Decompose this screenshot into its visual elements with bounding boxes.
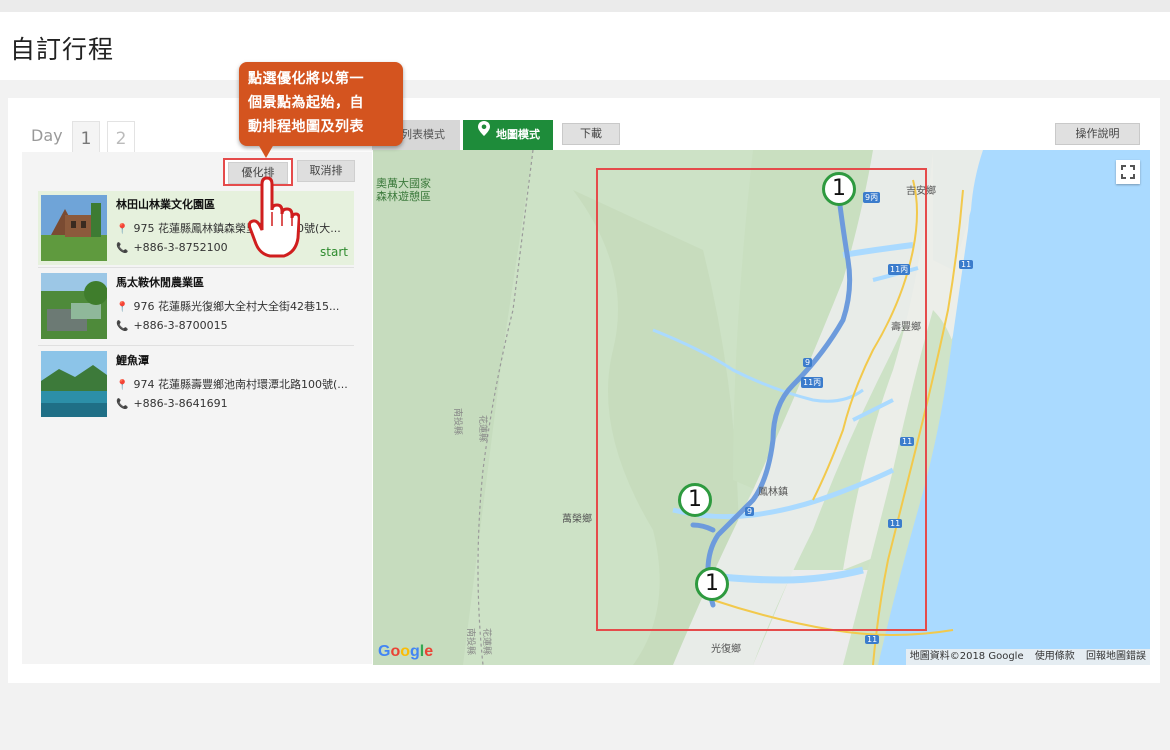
item-divider (38, 345, 354, 346)
place-label: 鳳林鎮 (758, 487, 788, 498)
terms-link[interactable]: 使用條款 (1035, 651, 1075, 662)
tip-callout: 點選優化將以第一 個景點為起始，自 動排程地圖及列表 (239, 62, 403, 146)
phone-icon: 📞 (116, 243, 129, 254)
pointer-hand-icon (247, 176, 301, 260)
callout-line: 點選優化將以第一 (248, 71, 364, 87)
attraction-name: 馬太鞍休閒農業區 (116, 276, 204, 289)
road-shield: 9 (745, 507, 755, 516)
road-shield: 11 (865, 635, 880, 644)
google-logo: Google (378, 643, 434, 660)
place-label: 吉安鄉 (906, 186, 936, 197)
day-label: Day (31, 126, 63, 145)
place-label: 光復鄉 (711, 644, 741, 655)
attraction-address-row: 📍 976 花蓮縣光復鄉大全村大全街42巷15... (116, 298, 352, 314)
map-marker[interactable]: 1 (822, 172, 856, 206)
top-strip (0, 0, 1170, 12)
attraction-address: 974 花蓮縣壽豐鄉池南村環潭北路100號(... (133, 378, 348, 391)
report-error-link[interactable]: 回報地圖錯誤 (1086, 651, 1146, 662)
attraction-address: 976 花蓮縣光復鄉大全村大全街42巷15... (133, 300, 340, 313)
attraction-phone-row: 📞 +886-3-8700015 (116, 319, 228, 332)
attraction-phone-row: 📞 +886-3-8752100 (116, 241, 228, 254)
attraction-name: 林田山林業文化園區 (116, 198, 215, 211)
boundary-label: 南投縣 (465, 627, 476, 656)
map-marker[interactable]: 1 (695, 567, 729, 601)
marker-number: 1 (832, 176, 846, 201)
phone-icon: 📞 (116, 399, 129, 410)
place-label: 萬榮鄉 (562, 514, 592, 525)
attraction-phone-row: 📞 +886-3-8641691 (116, 397, 228, 410)
tab-list-mode-label: 列表模式 (401, 128, 445, 141)
road-shield: 11丙 (801, 377, 824, 388)
attraction-photo (41, 195, 107, 261)
callout-line: 個景點為起始，自 (248, 95, 364, 111)
list-item[interactable]: 林田山林業文化園區 📍 975 花蓮縣鳳林鎮森榮里林森路20號(大... 📞 +88… (38, 191, 354, 265)
route-highlight-box (596, 168, 927, 631)
callout-line: 動排程地圖及列表 (248, 119, 364, 135)
map-footer: 地圖資料©2018 Google 使用條款 回報地圖錯誤 (905, 649, 1150, 665)
place-label: 森林遊憩區 (376, 190, 431, 203)
attraction-phone: +886-3-8700015 (133, 319, 228, 332)
attraction-name: 鯉魚潭 (116, 354, 149, 367)
attraction-phone: +886-3-8641691 (133, 397, 228, 410)
attraction-address-row: 📍 975 花蓮縣鳳林鎮森榮里林森路20號(大... (116, 220, 352, 236)
help-button[interactable]: 操作說明 (1055, 123, 1140, 145)
road-shield: 11 (888, 519, 903, 528)
attraction-address: 975 花蓮縣鳳林鎮森榮里林森路20號(大... (133, 222, 341, 235)
fullscreen-icon (1121, 165, 1135, 179)
attraction-phone: +886-3-8752100 (133, 241, 228, 254)
boundary-label: 花蓮縣 (477, 414, 488, 443)
boundary-label: 花蓮縣 (481, 627, 492, 656)
road-shield: 11 (959, 260, 974, 269)
attraction-address-row: 📍 974 花蓮縣壽豐鄉池南村環潭北路100號(... (116, 376, 352, 392)
list-item[interactable]: 鯉魚潭 📍 974 花蓮縣壽豐鄉池南村環潭北路100號(... 📞 +886-3-8… (38, 347, 354, 421)
boundary-label: 南投縣 (452, 407, 463, 436)
cancel-optimize-button[interactable]: 取消排 (297, 160, 355, 182)
route-map[interactable]: 1 1 1 奧萬大國家 森林遊憩區 吉安鄉 壽豐鄉 鳳林鎮 萬榮鄉 光復鄉 南投… (373, 150, 1150, 665)
tab-map-mode[interactable]: 地圖模式 (463, 120, 553, 150)
road-shield: 9丙 (863, 192, 881, 203)
item-divider (38, 267, 354, 268)
map-data-credit: 地圖資料©2018 Google (909, 651, 1024, 662)
map-pin-icon (476, 120, 492, 150)
tab-map-mode-label: 地圖模式 (496, 128, 540, 141)
phone-icon: 📞 (116, 321, 129, 332)
road-shield: 11丙 (888, 264, 911, 275)
page-header: 自訂行程 (0, 12, 1170, 80)
list-item[interactable]: 馬太鞍休閒農業區 📍 976 花蓮縣光復鄉大全村大全街42巷15... 📞 +886… (38, 269, 354, 343)
day-tab-1[interactable]: 1 (72, 121, 100, 153)
attraction-photo (41, 351, 107, 417)
location-pin-icon: 📍 (116, 380, 129, 391)
road-shield: 9 (803, 358, 813, 367)
marker-number: 1 (705, 571, 719, 596)
fullscreen-button[interactable] (1116, 160, 1140, 184)
location-pin-icon: 📍 (116, 224, 129, 235)
day-tab-2[interactable]: 2 (107, 121, 135, 153)
place-label: 壽豐鄉 (891, 322, 921, 333)
download-button[interactable]: 下載 (562, 123, 620, 145)
attraction-photo (41, 273, 107, 339)
map-marker[interactable]: 1 (678, 483, 712, 517)
callout-tail (258, 144, 274, 158)
marker-number: 1 (688, 487, 702, 512)
start-label: start (320, 245, 348, 259)
road-shield: 11 (900, 437, 915, 446)
page-title: 自訂行程 (10, 35, 115, 64)
location-pin-icon: 📍 (116, 302, 129, 313)
